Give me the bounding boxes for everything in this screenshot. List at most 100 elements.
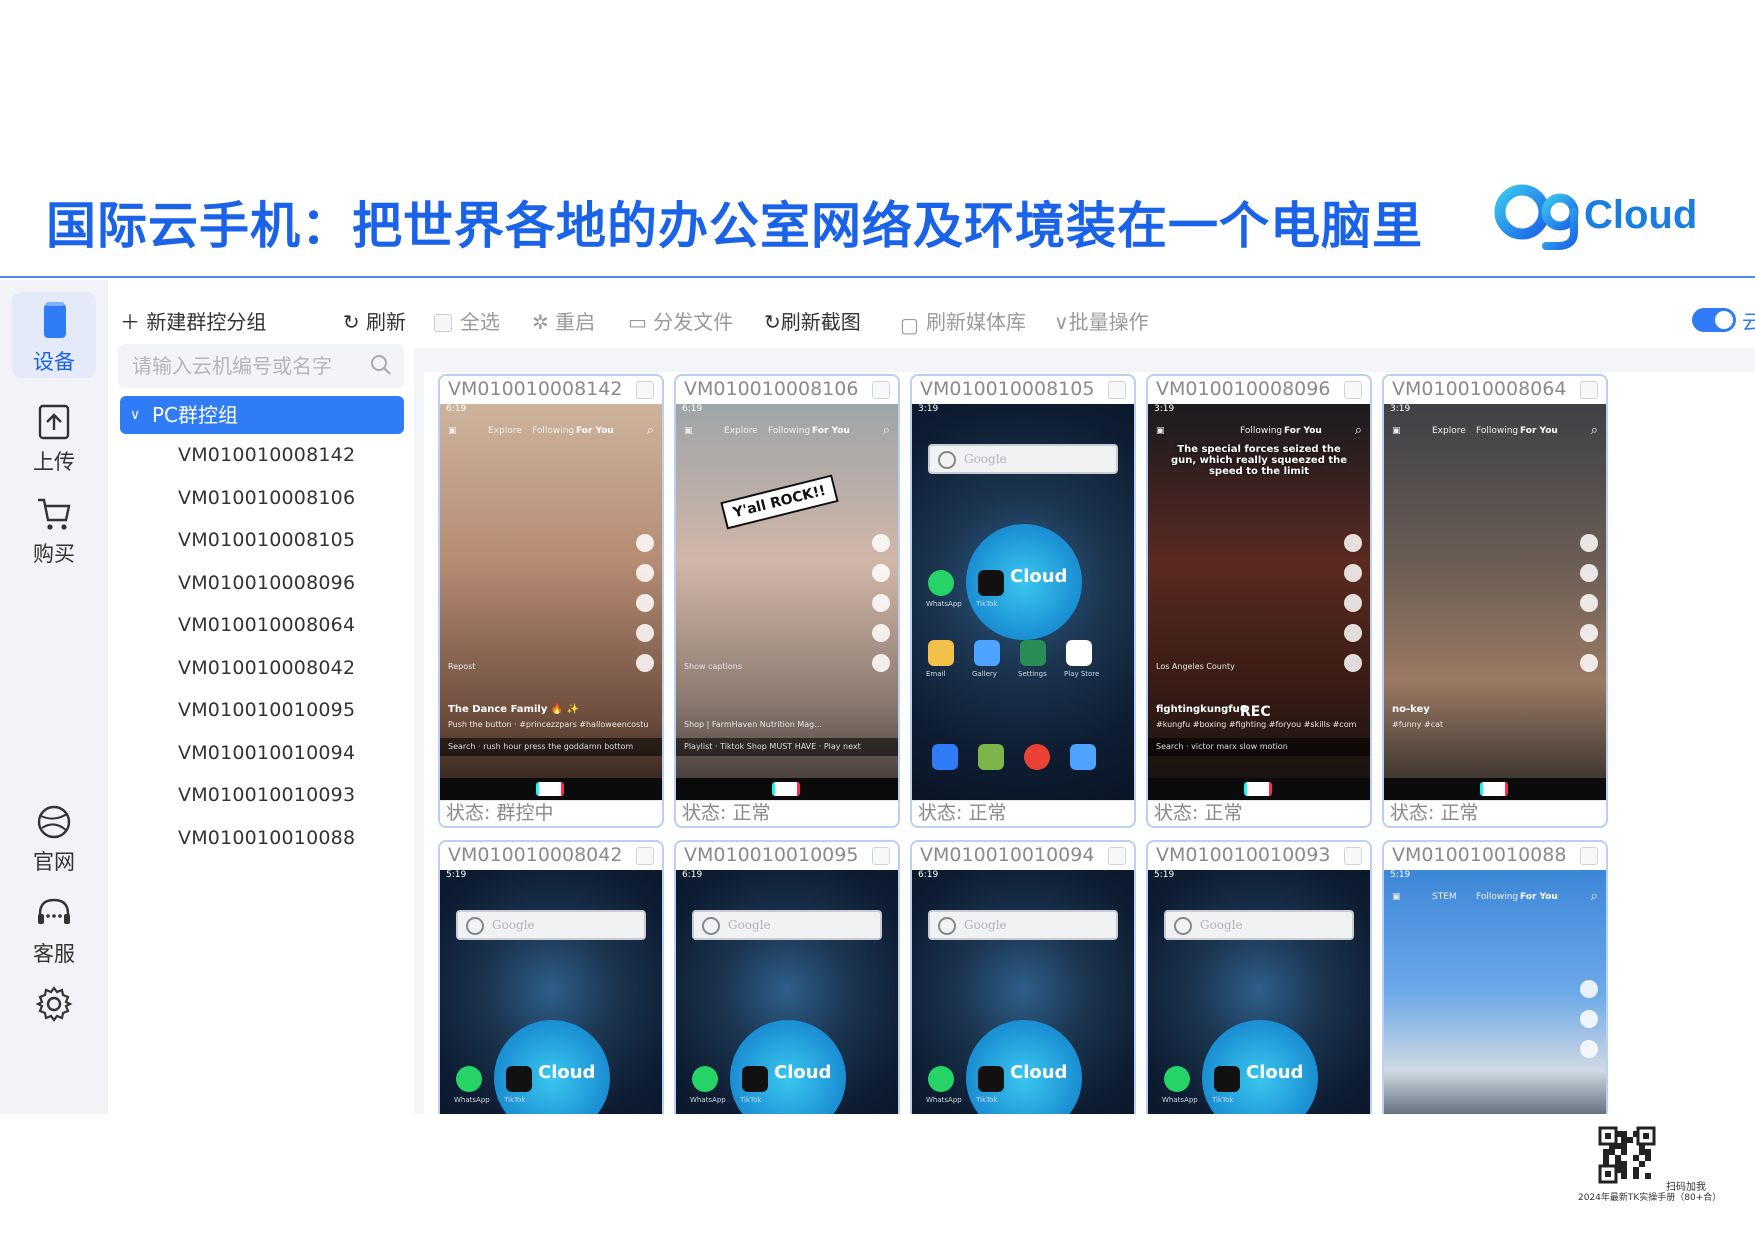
tree-device-item[interactable]: VM010010008042 — [178, 657, 355, 679]
phone-card[interactable]: VM010010008142 6:19 ▣ Explore Following For Y… — [438, 374, 664, 828]
tree-device-item[interactable]: VM010010010093 — [178, 784, 355, 806]
share-icon[interactable] — [1580, 654, 1598, 672]
distribute-file-button[interactable]: ▭ 分发文件 — [628, 306, 733, 335]
nav-buy[interactable]: 购买 — [12, 484, 96, 570]
phone-select-checkbox[interactable] — [1344, 847, 1362, 865]
heart-icon[interactable] — [872, 564, 890, 582]
phone-select-checkbox[interactable] — [636, 381, 654, 399]
share-icon[interactable] — [872, 654, 890, 672]
feed-search-bar[interactable]: Search · rush hour press the goddamn bot… — [440, 738, 662, 756]
nav-upload[interactable]: 上传 — [12, 392, 96, 478]
heart-icon[interactable] — [636, 564, 654, 582]
feed-tab[interactable]: STEM — [1432, 892, 1457, 902]
whatsapp-icon[interactable] — [928, 1066, 954, 1092]
phone-select-checkbox[interactable] — [1108, 847, 1126, 865]
phone-screen[interactable]: 3:19 ▣ Following For You ⌕ The special forces… — [1148, 404, 1370, 800]
tree-device-item[interactable]: VM010010010088 — [178, 827, 355, 849]
camera-icon[interactable] — [1070, 744, 1096, 770]
create-post-button[interactable] — [536, 782, 564, 796]
feed-tab[interactable]: Explore — [488, 426, 522, 436]
phone-screen[interactable]: 6:19 ▣ Explore Following For You ⌕ Y'all ROCK!… — [676, 404, 898, 800]
phone-screen[interactable]: 6:19 ▣ Explore Following For You ⌕ Repost The D… — [440, 404, 662, 800]
feed-tab[interactable]: For You — [1520, 892, 1558, 902]
feed-search-bar[interactable]: Playlist · Tiktok Shop MUST HAVE · Play … — [676, 738, 898, 756]
phone-select-checkbox[interactable] — [1580, 847, 1598, 865]
feed-tab[interactable]: Explore — [724, 426, 758, 436]
live-icon[interactable]: ▣ — [1156, 426, 1165, 436]
phone-card[interactable]: VM010010008096 3:19 ▣ Following For You ⌕ The … — [1146, 374, 1372, 828]
email-icon[interactable] — [928, 640, 954, 666]
nav-devices[interactable]: 设备 — [12, 292, 96, 378]
search-icon[interactable]: ⌕ — [883, 423, 890, 438]
tiktok-icon[interactable] — [1214, 1066, 1240, 1092]
phone-card[interactable]: VM010010010095 6:19 Google Cloud WhatsApp Tik… — [674, 840, 900, 1114]
avatar[interactable] — [1344, 534, 1362, 552]
whatsapp-icon[interactable] — [456, 1066, 482, 1092]
view-toggle[interactable] — [1692, 308, 1736, 332]
feed-tab[interactable]: Following — [1476, 892, 1518, 902]
feed-tab[interactable]: Following — [532, 426, 574, 436]
phone-select-checkbox[interactable] — [872, 381, 890, 399]
messages-icon[interactable] — [978, 744, 1004, 770]
tree-device-item[interactable]: VM010010008142 — [178, 444, 355, 466]
google-search-widget[interactable]: Google — [928, 910, 1118, 940]
phone-select-checkbox[interactable] — [872, 847, 890, 865]
nav-website[interactable]: 官网 — [12, 792, 96, 878]
feed-tab[interactable]: For You — [576, 426, 614, 436]
phone-card[interactable]: VM010010008064 3:19 ▣ Explore Following For Y… — [1382, 374, 1608, 828]
new-group-button[interactable]: ＋ 新建群控分组 — [120, 306, 266, 335]
refresh-media-button[interactable]: ▢ 刷新媒体库 — [900, 306, 1026, 337]
tiktok-icon[interactable] — [506, 1066, 532, 1092]
heart-icon[interactable] — [1580, 1010, 1598, 1028]
live-icon[interactable]: ▣ — [684, 426, 693, 436]
tree-device-item[interactable]: VM010010008105 — [178, 529, 355, 551]
tiktok-icon[interactable] — [978, 570, 1004, 596]
google-search-widget[interactable]: Google — [456, 910, 646, 940]
nav-support[interactable]: 客服 — [12, 884, 96, 970]
feed-tab[interactable]: For You — [1284, 426, 1322, 436]
create-post-button[interactable] — [772, 782, 800, 796]
create-post-button[interactable] — [1480, 782, 1508, 796]
bookmark-icon[interactable] — [636, 624, 654, 642]
phone-select-checkbox[interactable] — [1108, 381, 1126, 399]
bookmark-icon[interactable] — [872, 624, 890, 642]
comment-icon[interactable] — [1580, 594, 1598, 612]
phone-screen[interactable]: 5:19 Google Cloud WhatsApp TikTok — [440, 870, 662, 1114]
feed-tab[interactable]: Following — [1476, 426, 1518, 436]
chrome-icon[interactable] — [1024, 744, 1050, 770]
tiktok-icon[interactable] — [742, 1066, 768, 1092]
phone-select-checkbox[interactable] — [1344, 381, 1362, 399]
comment-icon[interactable] — [1580, 1040, 1598, 1058]
phone-card[interactable]: VM010010010094 6:19 Google Cloud WhatsApp Tik… — [910, 840, 1136, 1114]
select-all-checkbox[interactable]: 全选 — [434, 306, 500, 335]
phone-card[interactable]: VM010010010093 5:19 Google Cloud WhatsApp Tik… — [1146, 840, 1372, 1114]
avatar[interactable] — [872, 534, 890, 552]
phone-screen[interactable]: 6:19 Google Cloud WhatsApp TikTok — [912, 870, 1134, 1114]
tiktok-icon[interactable] — [978, 1066, 1004, 1092]
restart-button[interactable]: ✲ 重启 — [532, 306, 595, 335]
heart-icon[interactable] — [1580, 564, 1598, 582]
whatsapp-icon[interactable] — [692, 1066, 718, 1092]
feed-tab[interactable]: Following — [768, 426, 810, 436]
avatar[interactable] — [636, 534, 654, 552]
phone-select-checkbox[interactable] — [636, 847, 654, 865]
phone-card[interactable]: VM010010008106 6:19 ▣ Explore Following For Y… — [674, 374, 900, 828]
refresh-groups-button[interactable]: ↻ 刷新 — [343, 306, 406, 335]
search-icon[interactable] — [370, 354, 392, 376]
tree-device-item[interactable]: VM010010010094 — [178, 742, 355, 764]
avatar[interactable] — [1580, 980, 1598, 998]
tree-device-item[interactable]: VM010010010095 — [178, 699, 355, 721]
phone-card[interactable]: VM010010010088 5:19 ▣ STEM Following For You ⌕ — [1382, 840, 1608, 1114]
feed-search-bar[interactable]: Search · victor marx slow motion — [1148, 738, 1370, 756]
tree-device-item[interactable]: VM010010008106 — [178, 487, 355, 509]
phone-screen[interactable]: 6:19 Google Cloud WhatsApp TikTok — [676, 870, 898, 1114]
comment-icon[interactable] — [872, 594, 890, 612]
live-icon[interactable]: ▣ — [1392, 426, 1401, 436]
feed-tab[interactable]: Explore — [1432, 426, 1466, 436]
bookmark-icon[interactable] — [1580, 624, 1598, 642]
avatar[interactable] — [1580, 534, 1598, 552]
gallery-icon[interactable] — [974, 640, 1000, 666]
batch-ops-dropdown[interactable]: ∨批量操作 — [1054, 306, 1149, 335]
search-icon[interactable]: ⌕ — [1355, 423, 1362, 438]
heart-icon[interactable] — [1344, 564, 1362, 582]
